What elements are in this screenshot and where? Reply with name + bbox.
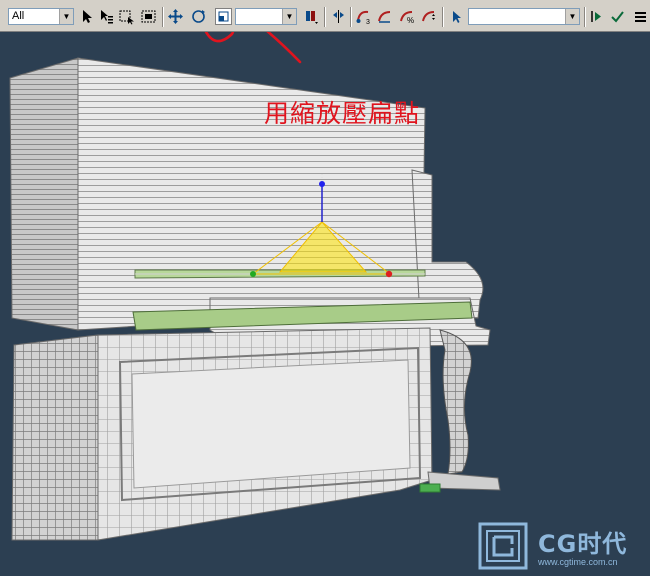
toolbar-separator <box>350 7 352 27</box>
pivot-center-button[interactable] <box>303 8 320 25</box>
angle-snap-button[interactable] <box>376 8 393 25</box>
main-toolbar: All ▼ ▼ 3 % ▼ <box>0 0 650 32</box>
scale-icon <box>218 11 229 22</box>
mirror-button[interactable] <box>330 8 347 25</box>
percent-snap-icon: % <box>400 11 414 25</box>
annotation-label: 用縮放壓扁點 <box>264 99 421 128</box>
mirror-icon <box>333 10 344 23</box>
move-button[interactable] <box>167 8 184 25</box>
chevron-down-icon: ▼ <box>565 9 579 24</box>
pivot-center-icon <box>306 11 318 24</box>
toolbar-separator <box>324 7 326 27</box>
check-button[interactable] <box>609 8 626 25</box>
curve-editor-icon <box>591 11 601 22</box>
angle-snap-icon <box>378 11 391 23</box>
red-annotation-mark <box>202 0 302 64</box>
select-object-button[interactable] <box>78 8 95 25</box>
svg-text:%: % <box>407 16 414 25</box>
edit-named-selection-icon <box>453 11 461 23</box>
window-crossing-button[interactable] <box>140 8 157 25</box>
spinner-snap-button[interactable] <box>420 8 437 25</box>
rectangular-selection-icon <box>119 10 134 25</box>
3d-viewport[interactable]: 用縮放壓扁點 CG时代 www.cgtime.com.cn <box>0 0 650 570</box>
toolbar-separator <box>584 7 586 27</box>
watermark-brand: CG时代 <box>538 530 628 558</box>
toolbar-separator <box>442 7 444 27</box>
layers-icon <box>635 12 646 22</box>
scale-button[interactable] <box>215 8 232 25</box>
snap-toggle-button[interactable]: 3 <box>355 8 372 25</box>
spinner-snap-icon <box>422 11 435 22</box>
selection-filter-dropdown[interactable]: All ▼ <box>8 8 74 25</box>
named-selection-dropdown[interactable]: ▼ <box>468 8 580 25</box>
rotate-button[interactable] <box>190 8 207 25</box>
check-icon <box>611 11 624 23</box>
curve-editor-button[interactable] <box>589 8 606 25</box>
chevron-down-icon: ▼ <box>59 9 73 24</box>
selection-filter-value: All <box>12 10 25 22</box>
watermark-logo: CG时代 www.cgtime.com.cn <box>476 520 646 572</box>
reference-coordinate-dropdown[interactable]: ▼ <box>235 8 297 25</box>
percent-snap-button[interactable]: % <box>398 8 415 25</box>
select-by-name-button[interactable] <box>98 8 115 25</box>
select-object-icon <box>83 10 92 23</box>
rotate-icon <box>192 10 205 23</box>
select-by-name-icon <box>101 10 113 24</box>
cg-logo-icon <box>478 522 528 570</box>
window-crossing-icon <box>141 10 156 23</box>
snap-icon: 3 <box>356 10 370 25</box>
move-icon <box>168 9 183 24</box>
svg-text:3: 3 <box>366 19 370 25</box>
toolbar-separator <box>162 7 164 27</box>
watermark-url: www.cgtime.com.cn <box>538 557 618 567</box>
chevron-down-icon: ▼ <box>282 9 296 24</box>
edit-named-selection-button[interactable] <box>448 8 465 25</box>
layers-button[interactable] <box>632 8 649 25</box>
rectangular-selection-button[interactable] <box>118 8 135 25</box>
